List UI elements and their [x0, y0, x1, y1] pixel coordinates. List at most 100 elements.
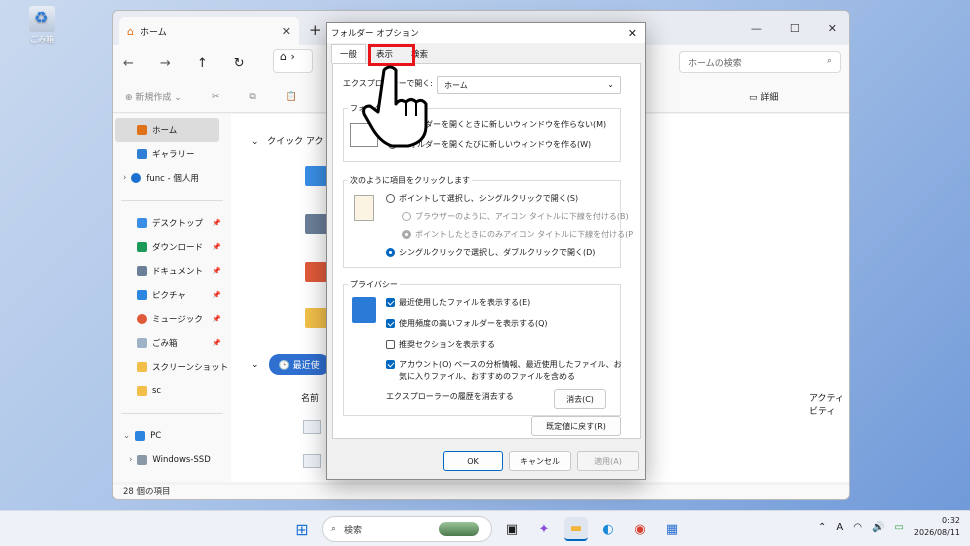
details-button[interactable]: ▭ 詳細 [749, 90, 778, 103]
column-header-activity[interactable]: アクティビティ [809, 391, 849, 417]
start-button[interactable]: ⊞ [290, 517, 314, 541]
click-opt1-label: ポイントして選択し、シングルクリックで開く(S) [399, 194, 579, 203]
sidebar-item-windows-ssd[interactable]: › Windows-SSD [113, 448, 231, 472]
task-view-icon[interactable]: ▣ [500, 517, 524, 541]
wifi-icon[interactable]: ◠ [853, 522, 862, 533]
search-placeholder: ホームの検索 [688, 59, 742, 69]
checkbox[interactable] [386, 340, 395, 349]
sidebar-item-downloads[interactable]: ダウンロード 📌 [113, 235, 231, 259]
ime-indicator[interactable]: A [836, 522, 843, 533]
refresh-icon[interactable]: ↻ [234, 56, 245, 71]
search-input[interactable]: ホームの検索 ⌕ [679, 51, 841, 73]
volume-icon[interactable]: 🔊 [872, 522, 884, 533]
address-bar[interactable]: ⌂ › [273, 49, 313, 73]
copy-icon[interactable]: ⧉ [249, 92, 255, 102]
open-explorer-select[interactable]: ホーム ⌄ [437, 76, 621, 94]
forward-arrow-icon[interactable]: → [160, 56, 171, 71]
dialog-close-button[interactable]: ✕ [628, 27, 637, 40]
click-option-double[interactable]: シングルクリックで選択し、ダブルクリックで開く(D) [386, 247, 595, 258]
chevron-up-icon[interactable]: ⌃ [818, 522, 826, 533]
home-icon [137, 125, 147, 135]
file-thumbnail-icon[interactable] [303, 454, 321, 468]
clock-date: 2026/08/11 [913, 528, 960, 537]
click-suboption-point[interactable]: ポイントしたときにのみアイコン タイトルに下線を付ける(P [402, 229, 633, 240]
sidebar-item-music[interactable]: ミュージック 📌 [113, 307, 231, 331]
sidebar-label: PC [150, 431, 162, 441]
close-tab-icon[interactable]: ✕ [282, 25, 291, 38]
sidebar-item-gallery[interactable]: ギャラリー [113, 142, 231, 166]
checkbox[interactable] [386, 298, 395, 307]
edge-icon[interactable]: ◐ [596, 517, 620, 541]
sidebar-item-home[interactable]: ホーム [115, 118, 219, 142]
close-window-button[interactable]: ✕ [828, 22, 837, 35]
copilot-icon[interactable]: ✦ [532, 517, 556, 541]
sidebar-label: スクリーンショット [152, 363, 229, 373]
store-icon[interactable]: ▦ [660, 517, 684, 541]
minimize-button[interactable]: — [751, 22, 762, 35]
battery-icon[interactable]: ▭ [894, 522, 903, 533]
sidebar-item-sc[interactable]: sc [113, 379, 231, 403]
clock[interactable]: 0:32 2026/08/11 [914, 515, 960, 539]
quick-access-header[interactable]: ⌄ クイック アク [251, 134, 324, 147]
pin-icon: 📌 [212, 219, 221, 227]
radio-button[interactable] [386, 194, 395, 203]
cut-icon[interactable]: ✂ [212, 92, 220, 102]
chevron-right-icon[interactable]: › [123, 173, 126, 183]
recycle-bin-icon [29, 6, 55, 32]
column-header-name[interactable]: 名前 [301, 391, 319, 404]
tab-general[interactable]: 一般 [331, 44, 367, 63]
account-insights-checkbox[interactable]: アカウント(O) ベースの分析情報、最近使用したファイル、お 気に入りファイル、お… [386, 359, 622, 383]
recent-files-checkbox[interactable]: 最近使用したファイルを表示する(E) [386, 297, 530, 308]
apply-button[interactable]: 適用(A) [577, 451, 639, 471]
new-button[interactable]: ⊕ 新規作成 ⌄ [125, 90, 182, 103]
chrome-icon[interactable]: ◉ [628, 517, 652, 541]
new-label: 新規作成 [135, 93, 172, 103]
pictures-icon [137, 290, 147, 300]
sidebar-item-recycle[interactable]: ごみ箱 📌 [113, 331, 231, 355]
music-folder-icon[interactable] [305, 262, 327, 282]
sidebar-label: func - 個人用 [146, 174, 199, 184]
taskbar-search-input[interactable]: ⌕ 検索 [322, 516, 492, 542]
sidebar-item-pictures[interactable]: ピクチャ 📌 [113, 283, 231, 307]
click-option-single[interactable]: ポイントして選択し、シングルクリックで開く(S) [386, 193, 578, 204]
recycle-bin-label: ごみ箱 [30, 35, 54, 44]
document-icon [137, 266, 147, 276]
radio-button[interactable] [402, 212, 411, 221]
sidebar-item-desktop[interactable]: デスクトップ 📌 [113, 211, 231, 235]
up-arrow-icon[interactable]: ↑ [197, 56, 208, 71]
checkbox[interactable] [386, 319, 395, 328]
sidebar-item-onedrive[interactable]: › func - 個人用 [113, 166, 231, 190]
folder-icon[interactable] [305, 308, 327, 328]
recent-header[interactable]: ⌄ 🕒 最近使 [251, 354, 330, 375]
chevron-right-icon[interactable]: › [129, 455, 132, 465]
radio-button[interactable] [402, 230, 411, 239]
sidebar-item-screenshots[interactable]: スクリーンショット [113, 355, 231, 379]
maximize-button[interactable]: ☐ [790, 22, 800, 35]
recommended-section-checkbox[interactable]: 推奨セクションを表示する [386, 339, 495, 350]
file-thumbnail-icon[interactable] [303, 420, 321, 434]
recent-pill[interactable]: 🕒 最近使 [268, 354, 330, 375]
paste-icon[interactable]: 📋 [286, 92, 297, 102]
click-group-label: 次のように項目をクリックします [348, 175, 472, 186]
cancel-button[interactable]: キャンセル [509, 451, 571, 471]
desktop-folder-icon[interactable] [305, 166, 327, 186]
clock-time: 0:32 [942, 516, 960, 525]
clear-history-button[interactable]: 消去(C) [554, 389, 606, 409]
restore-defaults-button[interactable]: 既定値に戻す(R) [531, 416, 621, 436]
click-suboption-browser[interactable]: ブラウザーのように、アイコン タイトルに下線を付ける(B) [402, 211, 629, 222]
sidebar-item-documents[interactable]: ドキュメント 📌 [113, 259, 231, 283]
folder-icon [137, 362, 147, 372]
back-arrow-icon[interactable]: ← [123, 56, 134, 71]
radio-button[interactable] [386, 248, 395, 257]
file-explorer-taskbar-icon[interactable]: ▬ [564, 517, 588, 541]
new-tab-button[interactable]: + [309, 21, 322, 39]
documents-folder-icon[interactable] [305, 214, 327, 234]
chevron-down-icon[interactable]: ⌄ [123, 431, 130, 441]
ok-button[interactable]: OK [443, 451, 503, 471]
checkbox[interactable] [386, 360, 395, 369]
sidebar-item-pc[interactable]: ⌄ PC [113, 424, 231, 448]
explorer-tab-home[interactable]: ⌂ ホーム ✕ [119, 17, 299, 45]
frequent-folders-checkbox[interactable]: 使用頻度の高いフォルダーを表示する(Q) [386, 318, 548, 329]
recycle-bin-desktop-icon[interactable]: ごみ箱 [22, 6, 62, 45]
window-controls: — ☐ ✕ [751, 22, 849, 35]
